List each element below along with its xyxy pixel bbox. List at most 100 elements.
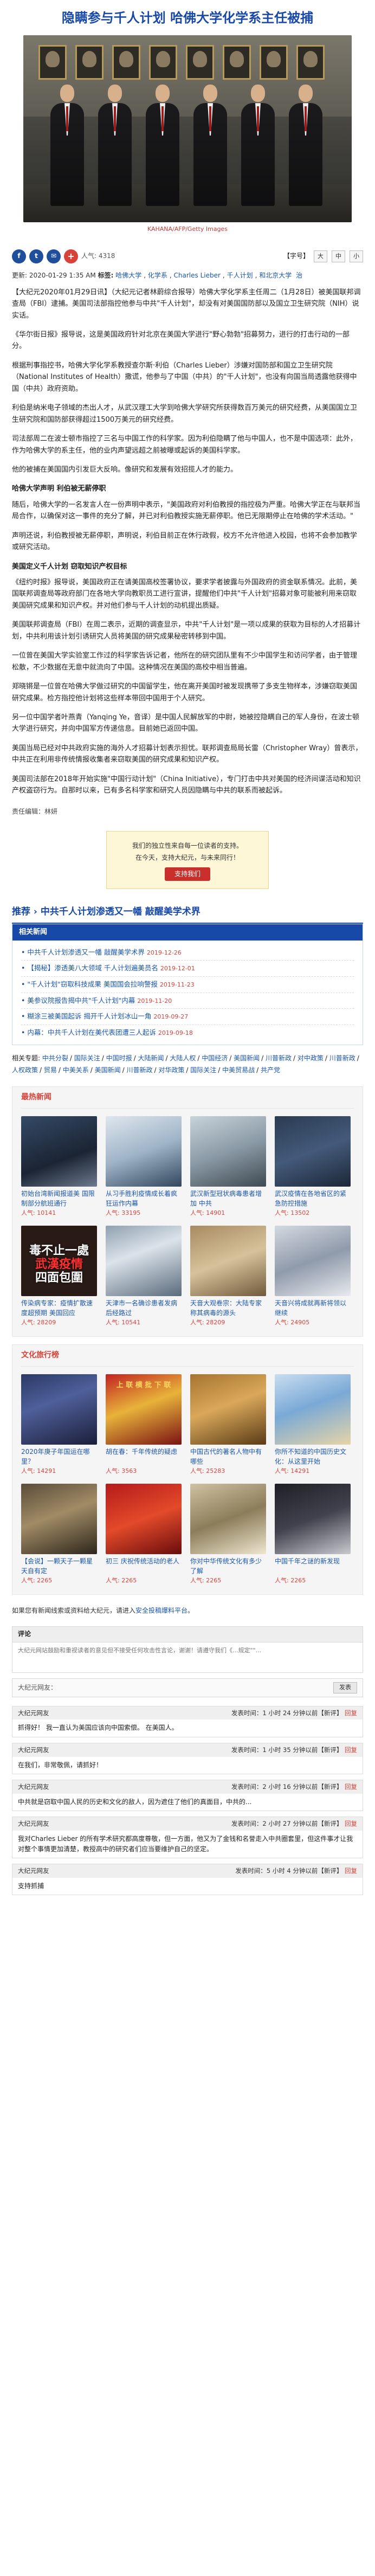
related-link[interactable]: 【揭秘】渗透美八大领域 千人计划遍美员名 [27,964,158,972]
tip-link[interactable]: 安全投稿爆料平台 [135,1607,188,1614]
news-caption[interactable]: 初始台湾新闻报道美 国限制部分航班通行 [21,1189,97,1208]
culture-caption[interactable]: 初三 庆祝传统活动的老人 [106,1556,182,1576]
tag-link[interactable]: 和北京大学 [259,272,292,279]
tag-link[interactable]: 千人计划 [227,272,253,279]
culture-thumbnail[interactable] [106,1484,182,1555]
culture-caption[interactable]: 中国古代的著名人物中有哪些 [190,1447,266,1466]
keyword-link[interactable]: 美国新闻 [95,1066,121,1074]
keyword-link[interactable]: 国际关注 [190,1066,216,1074]
culture-caption[interactable]: 中国千年之谜的新发现 [275,1556,351,1576]
culture-card[interactable]: 中国古代的著名人物中有哪些 人气: 25283 [190,1374,266,1476]
keyword-link[interactable]: 大陆人权 [170,1054,196,1062]
culture-caption[interactable]: 你对中华传统文化有多少了解 [190,1556,266,1576]
culture-thumbnail[interactable] [21,1374,97,1445]
news-card[interactable]: 武汉疫情在各地省区的紧急防控措施 人气: 13502 [275,1116,351,1218]
reply-link[interactable]: 回复 [345,1746,357,1754]
keyword-link[interactable]: 对中政策 [298,1054,324,1062]
tag-link[interactable]: 化学系 [148,272,167,279]
culture-thumbnail[interactable] [190,1484,266,1555]
culture-thumbnail[interactable] [275,1484,351,1555]
culture-caption[interactable]: 胡在春：千年传统的疑虑 [106,1447,182,1466]
culture-thumbnail[interactable]: 上 联 横 批 下 联 [106,1374,182,1445]
reply-link[interactable]: 回复 [345,1820,357,1827]
culture-thumbnail[interactable] [21,1484,97,1555]
related-link[interactable]: 糊涂三被美国起诉 揭开千人计划冰山一角 [27,1012,151,1020]
keyword-link[interactable]: 中美贸易战 [222,1066,255,1074]
news-thumbnail[interactable] [106,1116,182,1187]
news-card[interactable]: 天音兴将成就再新将领以继续 人气: 24905 [275,1225,351,1328]
font-small-button[interactable]: 小 [350,250,363,263]
news-caption[interactable]: 天音大观卷宗：大陆专家称其病毒的源头 [190,1298,266,1318]
culture-thumbnail[interactable] [275,1374,351,1445]
news-caption[interactable]: 从习手胜利疫情成长着疯狂运作内幕 [106,1189,182,1208]
keyword-link[interactable]: 川普新政 [127,1066,153,1074]
culture-card[interactable]: 你对中华传统文化有多少了解 人气: 2265 [190,1484,266,1586]
list-item[interactable]: • 中共千人计划渗透又一幡 敲醒美学术界 2019-12-26 [21,945,354,961]
font-mid-button[interactable]: 中 [332,250,345,263]
news-thumbnail[interactable] [190,1116,266,1187]
keyword-link[interactable]: 美国新闻 [234,1054,260,1062]
recommend-title[interactable]: 推荐 › 中共千人计划渗透又一幡 敲醒美学术界 [12,904,363,924]
news-caption[interactable]: 传染病专家：疫情扩散速度超预期 美国回应 [21,1298,97,1318]
comment-input[interactable] [12,1642,363,1669]
news-card[interactable]: 从习手胜利疫情成长着疯狂运作内幕 人气: 33195 [106,1116,182,1218]
keyword-link[interactable]: 中国经济 [202,1054,228,1062]
facebook-icon[interactable]: f [12,249,26,264]
reply-link[interactable]: 回复 [345,1709,357,1717]
tag-link[interactable]: Charles Lieber [174,272,221,279]
list-item[interactable]: • 【揭秘】渗透美八大领域 千人计划遍美员名 2019-12-01 [21,961,354,977]
culture-thumbnail[interactable] [190,1374,266,1445]
culture-card[interactable]: 你所不知道的中国历史文化：从这里开始 人气: 14291 [275,1374,351,1476]
news-thumbnail[interactable] [106,1225,182,1296]
related-link[interactable]: "千人计划"窃取科技成果 美国国会拉响警报 [27,980,157,988]
submit-comment-button[interactable]: 发表 [333,1682,357,1693]
keyword-link[interactable]: 大陆新闻 [138,1054,164,1062]
culture-card[interactable]: 2020年庚子年国运在哪里？ 人气: 14291 [21,1374,97,1476]
culture-card[interactable]: 【会说】一颗天子一颗星 天自有定 人气: 2265 [21,1484,97,1586]
keyword-link[interactable]: 中美关系 [63,1066,89,1074]
support-button[interactable]: 支持我们 [164,867,210,881]
list-item[interactable]: • 内幕：中共千人计划在美代表团遭三人起诉 2019-09-18 [21,1025,354,1041]
news-card[interactable]: 天津市一名确诊患者发病后经路过 人气: 10541 [106,1225,182,1328]
related-link[interactable]: 内幕：中共千人计划在美代表团遭三人起诉 [27,1028,156,1036]
culture-card[interactable]: 初三 庆祝传统活动的老人 人气: 2265 [106,1484,182,1586]
related-link[interactable]: 美参议院报告揭中共"千人计划"内幕 [27,996,135,1004]
reply-link[interactable]: 回复 [345,1867,357,1875]
list-item[interactable]: • 糊涂三被美国起诉 揭开千人计划冰山一角 2019-09-27 [21,1009,354,1025]
keyword-link[interactable]: 共产党 [261,1066,280,1074]
news-card[interactable]: 初始台湾新闻报道美 国限制部分航班通行 人气: 10141 [21,1116,97,1218]
keyword-link[interactable]: 对华政策 [158,1066,184,1074]
news-card[interactable]: 武汉新型冠状病毒患者增加 中共 人气: 14901 [190,1116,266,1218]
keyword-link[interactable]: 人权政策 [12,1066,38,1074]
culture-caption[interactable]: 2020年庚子年国运在哪里？ [21,1447,97,1466]
tag-link[interactable]: 治 [296,272,302,279]
email-icon[interactable]: ✉ [47,249,61,264]
news-thumbnail[interactable] [21,1116,97,1187]
news-thumbnail[interactable]: 毒不止一處 武漢疫情 四面包圍 [21,1225,97,1296]
news-thumbnail[interactable] [190,1225,266,1296]
culture-caption[interactable]: 【会说】一颗天子一颗星 天自有定 [21,1556,97,1576]
culture-card[interactable]: 上 联 横 批 下 联 胡在春：千年传统的疑虑 人气: 3563 [106,1374,182,1476]
culture-card[interactable]: 中国千年之谜的新发现 人气: 2265 [275,1484,351,1586]
news-card[interactable]: 天音大观卷宗：大陆专家称其病毒的源头 人气: 28209 [190,1225,266,1328]
news-caption[interactable]: 天音兴将成就再新将领以继续 [275,1298,351,1318]
keyword-link[interactable]: 川普新政 [329,1054,355,1062]
keyword-link[interactable]: 川普新政 [266,1054,292,1062]
tag-link[interactable]: 哈佛大学 [115,272,141,279]
font-big-button[interactable]: 大 [314,250,327,263]
news-thumbnail[interactable] [275,1225,351,1296]
keyword-link[interactable]: 国际关注 [74,1054,100,1062]
related-link[interactable]: 中共千人计划渗透又一幡 敲醒美学术界 [27,948,144,956]
news-caption[interactable]: 武汉新型冠状病毒患者增加 中共 [190,1189,266,1208]
news-thumbnail[interactable] [275,1116,351,1187]
list-item[interactable]: • 美参议院报告揭中共"千人计划"内幕 2019-11-20 [21,993,354,1009]
keyword-link[interactable]: 贸易 [44,1066,57,1074]
reply-link[interactable]: 回复 [345,1783,357,1791]
more-share-icon[interactable]: + [64,249,78,264]
keyword-link[interactable]: 中共分裂 [42,1054,68,1062]
news-caption[interactable]: 天津市一名确诊患者发病后经路过 [106,1298,182,1318]
twitter-icon[interactable]: t [29,249,43,264]
list-item[interactable]: • "千人计划"窃取科技成果 美国国会拉响警报 2019-11-23 [21,977,354,993]
culture-caption[interactable]: 你所不知道的中国历史文化：从这里开始 [275,1447,351,1466]
news-card[interactable]: 毒不止一處 武漢疫情 四面包圍 传染病专家：疫情扩散速度超预期 美国回应 人气: … [21,1225,97,1328]
